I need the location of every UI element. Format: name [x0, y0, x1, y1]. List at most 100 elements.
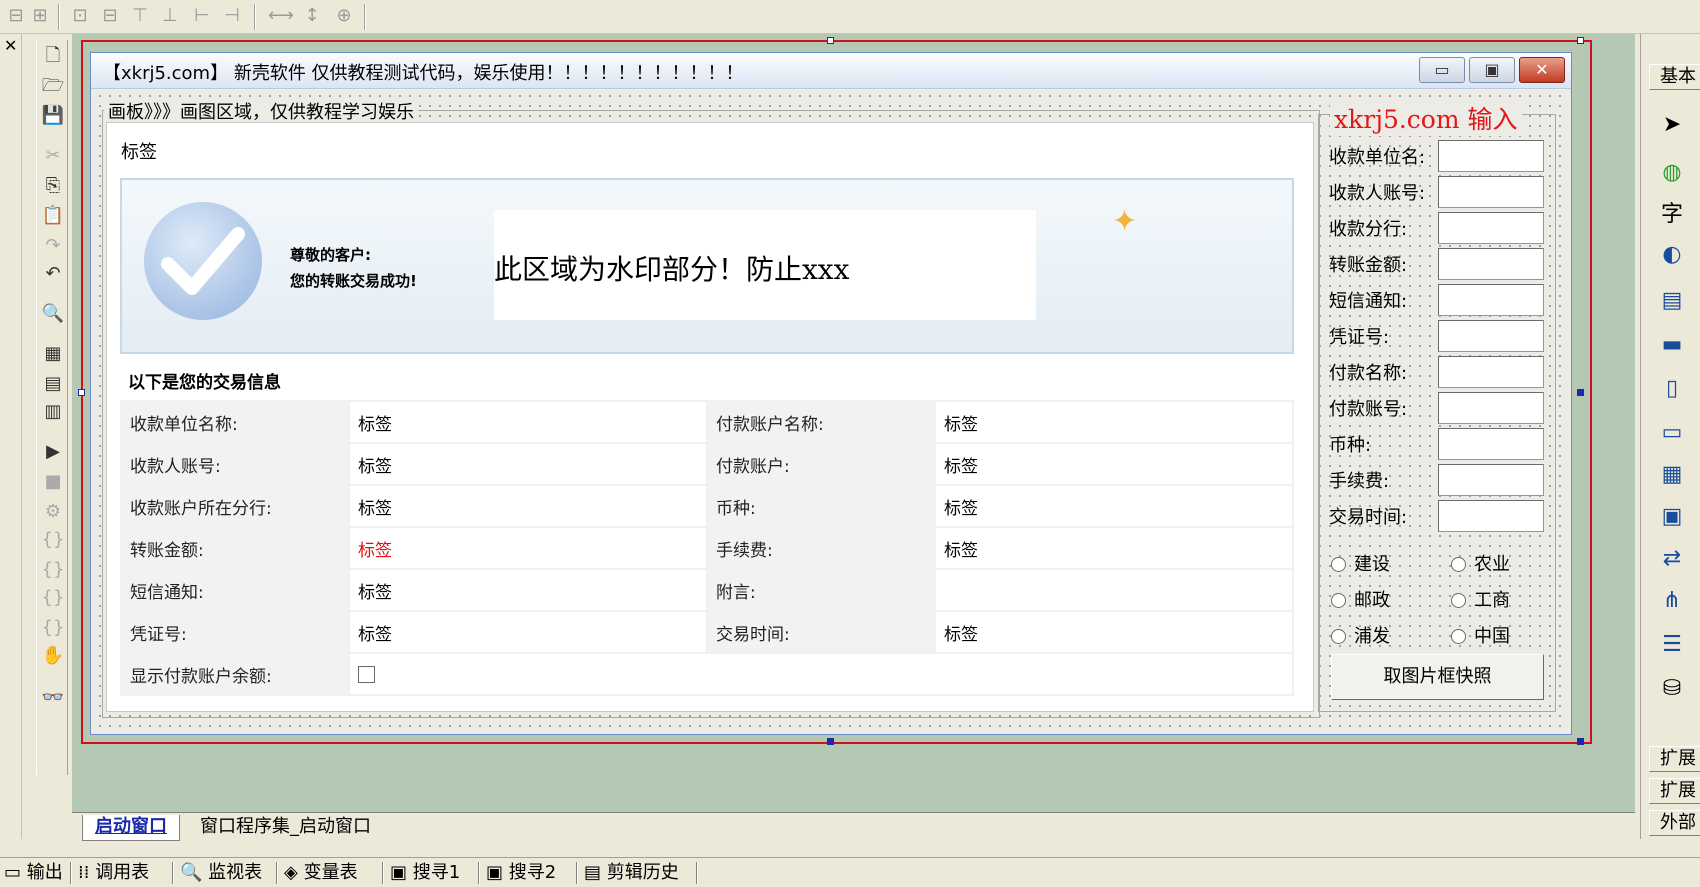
resize-handle-right[interactable] — [1577, 389, 1584, 396]
tab-window-program-set[interactable]: 窗口程序集_启动窗口 — [188, 815, 383, 841]
radio-icon[interactable]: ◐ — [1657, 240, 1687, 270]
voucher-input[interactable] — [1438, 320, 1544, 352]
minimize-button[interactable]: ▭ — [1419, 57, 1465, 83]
stop-icon[interactable]: ■ — [41, 470, 65, 494]
currency-input[interactable] — [1438, 428, 1544, 460]
bank-radio-icbc[interactable]: 工商 — [1451, 586, 1510, 612]
show-balance-checkbox[interactable] — [358, 665, 375, 683]
slider-icon[interactable]: ▯ — [1657, 374, 1687, 404]
bank-radio-boc[interactable]: 中国 — [1451, 622, 1510, 648]
tree-icon[interactable]: ⋔ — [1657, 586, 1687, 616]
grid-layout-icon[interactable]: ▥ — [41, 400, 65, 424]
document-tabs: 启动窗口 窗口程序集_启动窗口 — [72, 812, 1635, 842]
close-button[interactable]: ✕ — [1519, 57, 1565, 83]
tab-startup-window[interactable]: 启动窗口 — [82, 815, 180, 841]
field-label: 短信通知: — [1329, 291, 1408, 312]
step-out-icon[interactable]: {} — [41, 586, 65, 610]
resize-handle-bottom[interactable] — [827, 738, 834, 745]
tab-basic[interactable]: 基本 — [1649, 64, 1700, 90]
align-left-icon[interactable]: ⊡ — [68, 4, 92, 28]
watermark-text: 此区域为水印部分！防止xxx — [494, 253, 850, 286]
binoculars-icon[interactable]: 👓 — [41, 686, 65, 710]
odbc-icon[interactable]: ⛁ — [1657, 674, 1687, 704]
resize-handle-bottom-right[interactable] — [1577, 738, 1584, 745]
tab-search-2[interactable]: ▣ 搜寻2 — [486, 861, 556, 885]
save-icon[interactable]: 💾 — [41, 104, 65, 128]
tab-external[interactable]: 外部 — [1649, 810, 1700, 836]
tab-call-table[interactable]: ⁞⁞ 调用表 — [78, 861, 149, 885]
payer-name-input[interactable] — [1438, 356, 1544, 388]
restore-button[interactable]: ▣ — [1469, 57, 1515, 83]
label-icon[interactable]: 字 — [1657, 200, 1687, 230]
tab-variables[interactable]: ◈ 变量表 — [284, 861, 358, 885]
bank-radio-spdb[interactable]: 浦发 — [1331, 622, 1390, 648]
run-icon[interactable]: ▶ — [41, 440, 65, 464]
sms-input[interactable] — [1438, 284, 1544, 316]
resize-handle-top-right[interactable] — [1577, 37, 1584, 44]
step-into-icon[interactable]: {} — [41, 528, 65, 552]
panel-layout-icon[interactable]: ▤ — [41, 372, 65, 396]
window-icon[interactable]: ◍ — [1657, 158, 1687, 188]
payee-name-input[interactable] — [1438, 140, 1544, 172]
time-input[interactable] — [1438, 500, 1544, 532]
bank-radio-psbc[interactable]: 邮政 — [1331, 586, 1390, 612]
align-center-icon[interactable]: ⊟ — [98, 4, 122, 28]
bank-radio-abc[interactable]: 农业 — [1451, 550, 1510, 576]
undo-icon[interactable]: ↶ — [41, 262, 65, 286]
pointer-icon[interactable]: ➤ — [1657, 110, 1687, 140]
window-title-bar[interactable]: 【xkrj5.com】 新壳软件 仅供教程测试代码，娱乐使用！！！！！！！！！！… — [91, 53, 1571, 89]
run-to-cursor-icon[interactable]: {} — [41, 616, 65, 640]
fee-input[interactable] — [1438, 464, 1544, 496]
new-file-icon[interactable]: 🗋 — [41, 44, 65, 68]
radio-label: 农业 — [1474, 554, 1510, 575]
calendar-icon[interactable]: ▣ — [1657, 502, 1687, 532]
close-icon[interactable]: ✕ — [4, 36, 17, 55]
listbox-icon[interactable]: ▤ — [1657, 286, 1687, 316]
space-vertical-icon[interactable]: ⊣ — [220, 4, 244, 28]
hand-icon[interactable]: ✋ — [41, 644, 65, 668]
align-icon[interactable]: ⊟ — [4, 4, 28, 28]
payee-account-input[interactable] — [1438, 176, 1544, 208]
distribute-icon[interactable]: ⊞ — [28, 4, 52, 28]
list-icon[interactable]: ☰ — [1657, 630, 1687, 660]
same-height-icon[interactable]: ↕ — [300, 4, 324, 28]
tab-separator — [382, 862, 384, 884]
transfer-icon[interactable]: ⇄ — [1657, 544, 1687, 574]
tab-clip-history[interactable]: ▤ 剪辑历史 — [584, 861, 679, 885]
cut-icon[interactable]: ✂ — [41, 144, 65, 168]
redo-icon[interactable]: ↷ — [41, 234, 65, 258]
bank-radio-ccb[interactable]: 建设 — [1331, 550, 1390, 576]
same-size-icon[interactable]: ⊕ — [332, 4, 356, 28]
radio-circle — [1451, 557, 1466, 572]
copy-icon[interactable]: ⎘ — [41, 174, 65, 198]
textbox-icon[interactable]: ▭ — [1657, 418, 1687, 448]
cell-label: 短信通知: — [120, 568, 350, 612]
resize-handle-left[interactable] — [78, 389, 85, 396]
resize-handle-top[interactable] — [827, 37, 834, 44]
tab-extension-1[interactable]: 扩展 — [1649, 746, 1700, 772]
same-width-icon[interactable]: ⟷ — [268, 4, 294, 28]
tab-label: 搜寻1 — [412, 862, 461, 883]
payee-branch-input[interactable] — [1438, 212, 1544, 244]
align-middle-icon[interactable]: ⊥ — [158, 4, 182, 28]
find-icon[interactable]: 🔍 — [41, 302, 65, 326]
snapshot-button[interactable]: 取图片框快照 — [1331, 654, 1544, 700]
tab-search-1[interactable]: ▣ 搜寻1 — [390, 861, 460, 885]
board-group-title: 画板》》》画图区域，仅供教程学习娱乐 — [104, 98, 418, 124]
step-over-icon[interactable]: {} — [41, 558, 65, 582]
payer-account-input[interactable] — [1438, 392, 1544, 424]
toolbar-separator — [364, 4, 366, 30]
tab-extension-2[interactable]: 扩展 — [1649, 778, 1700, 804]
variables-icon: ◈ — [284, 862, 304, 883]
window-layout-icon[interactable]: ▦ — [41, 342, 65, 366]
tab-output[interactable]: ▭ 输出 — [4, 861, 63, 885]
debug-icon[interactable]: ⚙ — [41, 500, 65, 524]
progress-icon[interactable]: ▬ — [1657, 330, 1687, 360]
open-folder-icon[interactable]: 🗁 — [41, 74, 65, 98]
align-top-icon[interactable]: ⊤ — [128, 4, 152, 28]
paste-icon[interactable]: 📋 — [41, 204, 65, 228]
tab-watch[interactable]: 🔍 监视表 — [180, 861, 262, 885]
amount-input[interactable] — [1438, 248, 1544, 280]
space-horizontal-icon[interactable]: ⊢ — [190, 4, 214, 28]
grid-icon[interactable]: ▦ — [1657, 460, 1687, 490]
